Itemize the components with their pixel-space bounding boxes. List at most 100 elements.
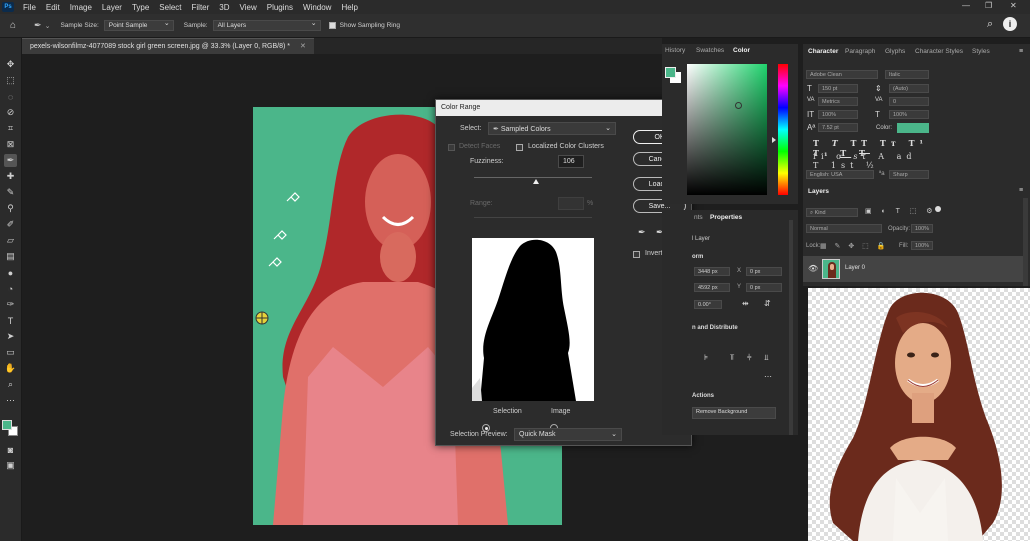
more-options-icon[interactable]: ⋯ <box>764 372 772 381</box>
lock-icons[interactable]: ▦ ✎ ✥ ⬚ 🔒 <box>820 242 888 250</box>
tool-preset-chevron-icon[interactable]: ⌄ <box>45 22 51 30</box>
eyedropper-tool-icon[interactable]: ✒ <box>34 20 42 31</box>
opacity-field[interactable]: 100% <box>911 224 933 233</box>
document-tab[interactable]: pexels-wilsonfilmz-4077089 stock girl gr… <box>22 38 314 54</box>
font-style-field[interactable]: Italic <box>885 70 929 79</box>
localized-clusters-checkbox[interactable] <box>516 144 523 151</box>
layers-scrollbar[interactable] <box>1023 198 1028 286</box>
history-brush-tool-icon[interactable]: ✐ <box>4 218 17 231</box>
width-field[interactable]: 3448 px <box>694 267 730 276</box>
y-field[interactable]: 0 px <box>746 283 782 292</box>
remove-background-button[interactable]: Remove Background <box>692 407 776 419</box>
menu-3d[interactable]: 3D <box>214 3 234 12</box>
fuzziness-slider-track[interactable] <box>474 177 592 178</box>
fuzziness-input[interactable]: 106 <box>558 155 584 168</box>
detect-faces-checkbox[interactable] <box>448 144 455 151</box>
gradient-tool-icon[interactable]: ▤ <box>4 250 17 263</box>
tab-character[interactable]: Character <box>808 48 838 55</box>
visibility-eye-icon[interactable]: 👁 <box>808 264 818 273</box>
hue-slider-handle[interactable] <box>772 137 776 143</box>
tab-glyphs[interactable]: Glyphs <box>885 48 905 55</box>
color-picker-cursor[interactable] <box>735 102 742 109</box>
sample-select[interactable]: All Layers <box>212 19 321 31</box>
align-left-icon[interactable]: ⊧ <box>704 353 708 362</box>
sampling-ring-checkbox[interactable] <box>328 22 336 29</box>
dialog-titlebar[interactable]: Color Range × <box>436 100 691 116</box>
font-family-field[interactable]: Adobe Clean <box>806 70 878 79</box>
menu-select[interactable]: Select <box>154 3 186 12</box>
align-bottom-icon[interactable]: ⫫ <box>764 353 769 363</box>
move-tool-icon[interactable]: ✥ <box>4 58 17 71</box>
flip-horizontal-icon[interactable]: ⇹ <box>742 299 749 308</box>
horizontal-scale-field[interactable]: 100% <box>889 110 929 119</box>
flip-vertical-icon[interactable]: ⇵ <box>764 299 771 308</box>
tab-swatches[interactable]: Swatches <box>696 47 724 54</box>
tab-paragraph[interactable]: Paragraph <box>845 48 875 55</box>
fuzziness-slider-handle[interactable] <box>533 179 539 184</box>
close-tab-icon[interactable]: ✕ <box>300 43 306 50</box>
layers-panel-menu-icon[interactable]: ≡ <box>1019 187 1023 194</box>
filter-toggle-icon[interactable] <box>935 206 941 212</box>
tracking-field[interactable]: 0 <box>889 97 929 106</box>
layer-row[interactable]: 👁 Layer 0 <box>803 256 1023 282</box>
select-dropdown[interactable]: ✒ Sampled Colors ⌄ <box>488 122 616 135</box>
menu-image[interactable]: Image <box>65 3 97 12</box>
range-slider-track[interactable] <box>474 217 592 218</box>
font-size-field[interactable]: 150 pt <box>818 84 858 93</box>
sample-size-select[interactable]: Point Sample <box>103 19 174 31</box>
baseline-shift-field[interactable]: 7.52 pt <box>818 123 858 132</box>
vertical-scale-field[interactable]: 100% <box>818 110 858 119</box>
menu-filter[interactable]: Filter <box>187 3 215 12</box>
foreground-color-swatch[interactable] <box>2 420 12 430</box>
restore-icon[interactable]: ❐ <box>985 1 992 10</box>
screen-mode-icon[interactable]: ▣ <box>4 459 17 472</box>
brush-tool-icon[interactable]: ✎ <box>4 186 17 199</box>
marquee-tool-icon[interactable]: ⬚ <box>4 74 17 87</box>
minimize-icon[interactable]: — <box>962 1 970 10</box>
color-picker-field[interactable] <box>687 64 767 195</box>
home-icon[interactable]: ⌂ <box>10 20 16 31</box>
tab-color[interactable]: Color <box>733 47 750 54</box>
quick-select-tool-icon[interactable]: ⊘ <box>4 106 17 119</box>
quick-mask-icon[interactable]: ◙ <box>4 443 17 456</box>
tab-adjustments[interactable]: nts <box>694 214 703 221</box>
invert-checkbox[interactable] <box>633 251 640 258</box>
tab-history[interactable]: History <box>665 47 685 54</box>
hand-tool-icon[interactable]: ✋ <box>4 362 17 375</box>
layer-filter-icons[interactable]: ▣ ◐ T ⬚ ⚙ <box>865 207 937 215</box>
type-tool-icon[interactable]: T <box>4 314 17 327</box>
range-input[interactable] <box>558 197 584 210</box>
height-field[interactable]: 4592 px <box>694 283 730 292</box>
kerning-field[interactable]: Metrics <box>818 97 858 106</box>
text-color-swatch[interactable] <box>897 123 929 133</box>
menu-type[interactable]: Type <box>127 3 154 12</box>
angle-field[interactable]: 0.00° <box>694 300 722 309</box>
menu-layer[interactable]: Layer <box>97 3 127 12</box>
foreground-color-chip[interactable] <box>665 67 676 78</box>
layers-panel-title[interactable]: Layers <box>808 188 829 195</box>
leading-field[interactable]: (Auto) <box>889 84 929 93</box>
layer-filter-kind[interactable]: ⌕ Kind <box>806 208 858 217</box>
menu-edit[interactable]: Edit <box>41 3 65 12</box>
menu-help[interactable]: Help <box>336 3 362 12</box>
path-selection-tool-icon[interactable]: ➤ <box>4 330 17 343</box>
properties-scrollbar[interactable] <box>789 220 793 435</box>
tab-character-styles[interactable]: Character Styles <box>915 48 963 55</box>
panel-menu-icon[interactable]: ≡ <box>1019 48 1023 55</box>
menu-plugins[interactable]: Plugins <box>262 3 298 12</box>
menu-view[interactable]: View <box>235 3 262 12</box>
blend-mode-select[interactable]: Normal <box>806 224 882 233</box>
eraser-tool-icon[interactable]: ▱ <box>4 234 17 247</box>
align-middle-icon[interactable]: ⫩ <box>747 353 752 363</box>
fill-field[interactable]: 100% <box>911 241 933 250</box>
close-window-icon[interactable]: ✕ <box>1010 1 1017 10</box>
menu-file[interactable]: File <box>18 3 41 12</box>
selection-preview-dropdown[interactable]: Quick Mask ⌄ <box>514 428 622 441</box>
pen-tool-icon[interactable]: ✑ <box>4 298 17 311</box>
healing-brush-tool-icon[interactable]: ✚ <box>4 170 17 183</box>
antialias-field[interactable]: Sharp <box>889 170 929 179</box>
search-icon[interactable]: ⌕ <box>987 18 993 31</box>
info-icon[interactable]: i <box>1003 17 1017 31</box>
language-field[interactable]: English: USA <box>806 170 874 179</box>
zoom-tool-icon[interactable]: ⌕ <box>4 378 17 391</box>
